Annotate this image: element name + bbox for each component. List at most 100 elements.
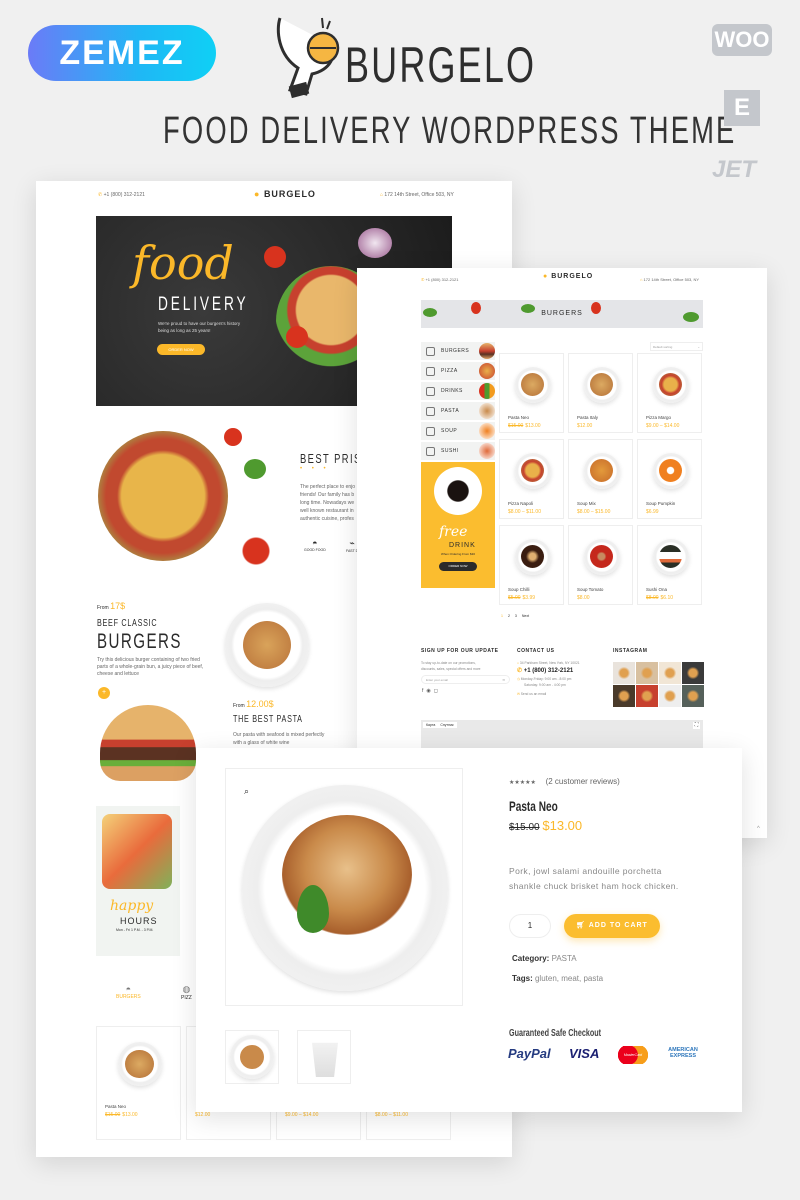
add-to-cart-button[interactable]: 🛒︎ ADD TO CART (564, 914, 660, 938)
header-phone[interactable]: ✆ +1 (800) 312-2121 (98, 192, 145, 198)
magnifier-icon[interactable]: ⌕ (244, 786, 249, 797)
happy-hours-time: Mon - Fri 1 P.M. - 3 P.M. (116, 928, 154, 932)
quantity-input[interactable]: 1 (509, 914, 551, 938)
burgers-from-price: From 17$ (97, 601, 126, 611)
product-card[interactable]: Soup Tomato $8.00 (568, 525, 633, 605)
pagination-3[interactable]: 3 (515, 614, 517, 618)
product-card[interactable]: Soup Chilli $5.00 $3.99 (499, 525, 564, 605)
sushi-icon (426, 446, 435, 456)
scroll-to-top-icon[interactable]: ^ (757, 826, 760, 832)
pagination-1[interactable]: 1 (501, 614, 503, 618)
text-line: Our pasta with seafood is mixed perfectl… (233, 732, 325, 738)
pasta-icon (426, 406, 435, 416)
instagram-photo[interactable] (682, 685, 704, 707)
fullscreen-icon[interactable]: ⛶ (693, 722, 700, 729)
category-link[interactable]: PASTA (552, 954, 577, 963)
instagram-photo[interactable] (659, 662, 681, 684)
instagram-icon[interactable]: ◻ (434, 688, 441, 694)
burger-logo-icon: ● (543, 273, 552, 280)
instagram-photo[interactable] (682, 662, 704, 684)
product-card[interactable]: Soup Pumpkin $6.99 (637, 439, 702, 519)
product-name[interactable]: Pasta Neo (105, 1104, 126, 1109)
product-card[interactable]: Sushi Ona $8.00 $6.10 (637, 525, 702, 605)
promo-order-button[interactable]: ORDER NOW (439, 562, 477, 571)
product-name[interactable]: Pasta Italy (577, 415, 598, 420)
map-tab-satellite[interactable]: Спутник (440, 723, 453, 727)
instagram-photo[interactable] (636, 662, 658, 684)
burgers-subtitle: BEEF CLASSIC (97, 618, 158, 629)
product-card[interactable]: Pizza Napoli $8.00 – $11.00 (499, 439, 564, 519)
envelope-icon: ✉ (502, 678, 505, 682)
header-logo[interactable]: ● BURGELO (543, 273, 593, 280)
pasta-plate-image (583, 366, 620, 403)
tab-pizza[interactable]: ◍ PIZZ (181, 984, 192, 1001)
burgers-text: Try this delicious burger containing of … (97, 657, 203, 678)
map-tab-map[interactable]: Карта (426, 723, 435, 727)
product-name[interactable]: Pizza Margo (646, 415, 671, 420)
burgers-title: BURGERS (97, 630, 182, 653)
email-link[interactable]: ✉ Send us an email (517, 691, 580, 697)
happy-hours-card[interactable]: happy HOURS Mon - Fri 1 P.M. - 3 P.M. (96, 806, 180, 956)
social-links[interactable]: f◉◻ (422, 688, 441, 694)
sidebar-category-drinks[interactable]: DRINKS (421, 382, 495, 400)
pagination-next[interactable]: Next (522, 614, 529, 618)
hero-order-now-button[interactable]: ORDER NOW (157, 344, 205, 355)
tab-burgers[interactable]: ◓ BURGERS (116, 984, 141, 1000)
burgers-more-button[interactable]: + (98, 687, 110, 699)
product-name[interactable]: Sushi Ona (646, 587, 667, 592)
product-thumbnail[interactable] (225, 1030, 279, 1084)
star-rating: ★★★★★ (509, 780, 536, 786)
free-drink-promo[interactable]: free DRINK When Ordering From $30 ORDER … (421, 462, 495, 588)
product-card[interactable]: Pizza Margo $9.00 – $14.00 (637, 353, 702, 433)
instagram-photo[interactable] (636, 685, 658, 707)
sidebar-category-pasta[interactable]: PASTA (421, 402, 495, 420)
product-price: $8.00 – $15.00 (577, 509, 610, 515)
product-name[interactable]: Pasta Neo (508, 415, 529, 420)
product-card[interactable]: Pasta Italy $12.00 (568, 353, 633, 433)
instagram-photo[interactable] (659, 685, 681, 707)
category-label: SOUP (441, 428, 458, 434)
product-name[interactable]: Pizza Napoli (508, 501, 533, 506)
current-price: $3.99 (522, 595, 536, 601)
pasta-plate-image (117, 1042, 162, 1087)
instagram-title: INSTAGRAM (613, 648, 648, 654)
product-card[interactable]: Soup Mix $8.00 – $15.00 (568, 439, 633, 519)
lunchbox-image (102, 814, 172, 889)
category-label: PASTA (441, 408, 460, 414)
old-price: $8.00 (646, 595, 659, 601)
phone-icon: ✆ (517, 668, 524, 674)
soup-image (583, 452, 620, 489)
reviews-link[interactable]: (2 customer reviews) (546, 777, 620, 786)
signup-text: To stay up-to-date on our promotions, dis… (421, 661, 481, 671)
sidebar-category-soup[interactable]: SOUP (421, 422, 495, 440)
pinterest-icon[interactable]: ◉ (426, 688, 433, 694)
pasta-plate-image (514, 366, 551, 403)
sidebar-category-pizza[interactable]: PIZZA (421, 362, 495, 380)
product-thumbnail[interactable] (297, 1030, 351, 1084)
text-line: well known restaurant in (300, 508, 354, 514)
pagination-2[interactable]: 2 (508, 614, 510, 618)
current-price: $12.00 (195, 1112, 211, 1118)
header-logo[interactable]: ● BURGELO (254, 189, 316, 199)
instagram-photo[interactable] (613, 685, 635, 707)
signup-title: SIGN UP FOR OUR UPDATE (421, 648, 499, 654)
product-card[interactable]: Pasta Neo $15.00 $13.00 (96, 1026, 181, 1140)
current-price: $13.00 (122, 1112, 138, 1118)
sort-select[interactable]: Default sorting ⌄ (650, 342, 703, 351)
tomato-image (224, 428, 242, 446)
product-card[interactable]: Pasta Neo $15.00 $13.00 (499, 353, 564, 433)
sidebar-category-burgers[interactable]: BURGERS (421, 342, 495, 360)
tags-links[interactable]: gluten, meat, pasta (535, 974, 603, 983)
instagram-photo[interactable] (613, 662, 635, 684)
product-name[interactable]: Soup Mix (577, 501, 596, 506)
cart-icon: 🛒︎ (576, 922, 589, 929)
current-price: $9.00 – $14.00 (646, 423, 680, 429)
product-name[interactable]: Soup Tomato (577, 587, 603, 592)
email-input[interactable]: Enter your email ✉ (421, 675, 510, 684)
product-name[interactable]: Soup Chilli (508, 587, 530, 592)
header-phone[interactable]: ✆ +1 (800) 312-2121 (421, 277, 459, 282)
pizza-image (514, 452, 551, 489)
product-main-image[interactable]: ⌕ (225, 768, 463, 1006)
product-name[interactable]: Soup Pumpkin (646, 501, 675, 506)
sidebar-category-sushi[interactable]: SUSHI (421, 442, 495, 460)
